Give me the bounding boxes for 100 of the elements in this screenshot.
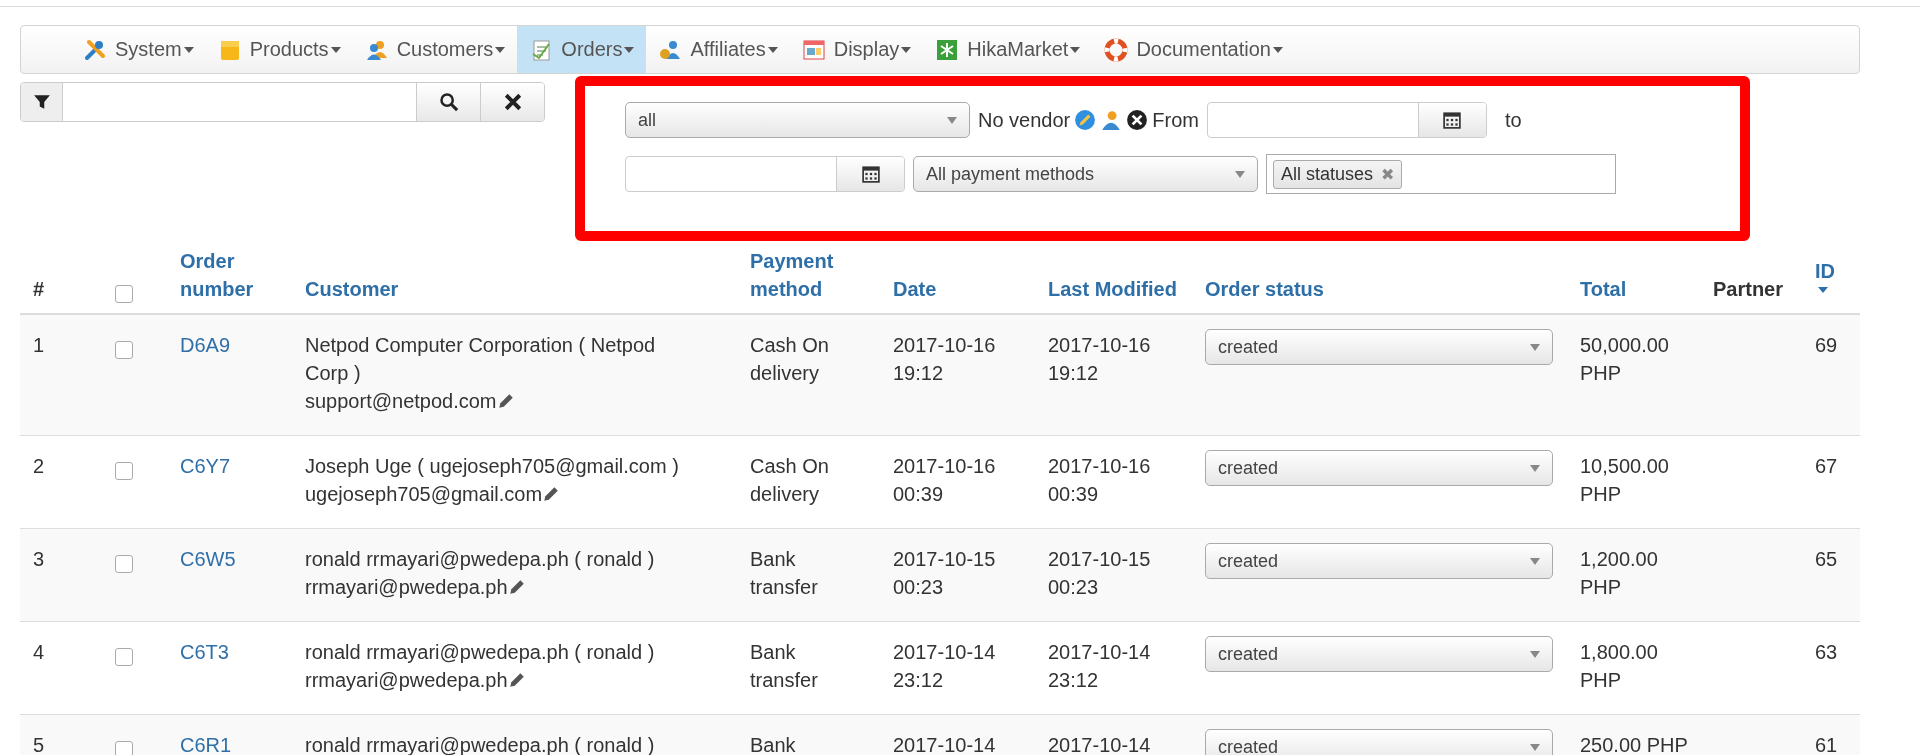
- modified-date: 2017-10-16 00:39: [1048, 455, 1151, 505]
- customer-name: ronald rrmayari@pwedepa.ph ( ronald ): [305, 547, 656, 572]
- order-date: 2017-10-14: [893, 734, 996, 755]
- checkbox[interactable]: [115, 340, 133, 359]
- row-number: 1: [33, 334, 45, 356]
- order-id: 65: [1815, 548, 1838, 570]
- status-select[interactable]: created: [1205, 329, 1553, 365]
- column-header: Partner: [1713, 278, 1784, 300]
- status-select[interactable]: created: [1205, 729, 1553, 755]
- payment-method: Bank: [750, 734, 796, 755]
- payment-method: Cash On delivery: [750, 455, 829, 505]
- pencil-icon[interactable]: [507, 671, 526, 689]
- menu-item[interactable]: Display: [789, 26, 924, 73]
- payment-method: Bank transfer: [750, 641, 818, 691]
- order-id: 67: [1815, 455, 1838, 477]
- status-select[interactable]: created: [1205, 450, 1553, 486]
- menu-item[interactable]: Documentation: [1092, 26, 1295, 73]
- payment-method: Cash On delivery: [750, 334, 829, 384]
- calendar-icon: [1443, 111, 1462, 129]
- tools-icon: [83, 37, 107, 62]
- modified-date: 2017-10-15 00:23: [1048, 548, 1151, 598]
- column-header[interactable]: Order number: [180, 247, 279, 303]
- order-date: 2017-10-14 23:12: [893, 641, 996, 691]
- customer-name: ronald rrmayari@pwedepa.ph ( ronald ): [305, 640, 656, 665]
- order-total: 1,200.00 PHP: [1580, 548, 1658, 598]
- column-header[interactable]: Last Modified: [1048, 275, 1179, 303]
- order-total: 10,500.00 PHP: [1580, 455, 1669, 505]
- order-link[interactable]: C6W5: [180, 548, 236, 570]
- status-select[interactable]: created: [1205, 543, 1553, 579]
- menu-item[interactable]: Affiliates: [646, 26, 790, 73]
- customer-name: Netpod Computer Corporation ( Netpod Corp ): [305, 333, 657, 386]
- to-label: to: [1504, 108, 1522, 132]
- order-id: 69: [1815, 334, 1838, 356]
- order-date: 2017-10-16 19:12: [893, 334, 996, 384]
- pencil-icon[interactable]: [542, 485, 561, 503]
- vendor-select[interactable]: all: [625, 102, 970, 138]
- status-field[interactable]: All statuses ✖: [1266, 154, 1616, 194]
- row-number: 5: [33, 734, 45, 755]
- customer-email: rrmayari@pwedepa.ph: [305, 576, 508, 598]
- remove-icon[interactable]: [1126, 109, 1149, 131]
- checkbox[interactable]: [115, 554, 133, 573]
- menu-item[interactable]: HikaMarket: [923, 26, 1093, 73]
- modified-date: 2017-10-14: [1048, 734, 1151, 755]
- from-date-field[interactable]: [1206, 102, 1487, 138]
- market-icon: [935, 37, 960, 62]
- status-tag: All statuses ✖: [1273, 159, 1403, 189]
- pencil-icon[interactable]: [507, 578, 526, 596]
- order-date: 2017-10-15 00:23: [893, 548, 996, 598]
- order-link[interactable]: C6Y7: [180, 455, 231, 477]
- lifebuoy-icon: [1104, 37, 1129, 62]
- column-header[interactable]: Payment method: [750, 247, 867, 303]
- from-label: From: [1152, 108, 1199, 132]
- clear-button[interactable]: [480, 83, 544, 121]
- column-header[interactable]: Date: [893, 275, 1022, 303]
- column-header: #: [33, 278, 45, 300]
- row-number: 3: [33, 548, 45, 570]
- order-link[interactable]: C6T3: [180, 641, 229, 663]
- status-select[interactable]: created: [1205, 636, 1553, 672]
- order-id: 63: [1815, 641, 1838, 663]
- checkbox[interactable]: [115, 461, 133, 480]
- column-header[interactable]: Total: [1580, 275, 1687, 303]
- customer-name: Joseph Uge ( ugejoseph705@gmail.com ): [305, 454, 680, 479]
- pencil-icon[interactable]: [496, 392, 515, 410]
- checkbox[interactable]: [115, 284, 133, 303]
- payment-select[interactable]: All payment methods: [913, 156, 1258, 192]
- filter-icon: [32, 93, 51, 111]
- column-header[interactable]: Customer: [305, 275, 724, 303]
- to-date-field[interactable]: [625, 156, 905, 192]
- pencil-icon[interactable]: [1074, 109, 1097, 131]
- calendar-button[interactable]: [1417, 103, 1486, 137]
- filter-button[interactable]: [21, 83, 63, 121]
- calendar-icon: [861, 165, 880, 183]
- modified-date: 2017-10-16 19:12: [1048, 334, 1151, 384]
- order-link[interactable]: D6A9: [180, 334, 231, 356]
- checkbox[interactable]: [115, 740, 133, 755]
- order-id: 61: [1815, 734, 1838, 755]
- row-number: 4: [33, 641, 45, 663]
- customer-email: ugejoseph705@gmail.com: [305, 483, 543, 505]
- checkbox[interactable]: [115, 647, 133, 666]
- search-button[interactable]: [416, 83, 480, 121]
- order-total: 50,000.00 PHP: [1580, 334, 1669, 384]
- user-icon[interactable]: [1100, 109, 1123, 131]
- menu-item[interactable]: Products: [205, 26, 353, 73]
- close-icon: [503, 93, 522, 111]
- row-number: 2: [33, 455, 45, 477]
- modified-date: 2017-10-14 23:12: [1048, 641, 1151, 691]
- column-header[interactable]: Order status: [1205, 275, 1554, 303]
- customer-email: support@netpod.com: [305, 390, 497, 412]
- menu-item[interactable]: System: [71, 26, 206, 73]
- order-total: 1,800.00 PHP: [1580, 641, 1658, 691]
- customer-email: rrmayari@pwedepa.ph: [305, 669, 508, 691]
- calendar-button[interactable]: [836, 157, 904, 191]
- payment-method: Bank transfer: [750, 548, 818, 598]
- menu-item[interactable]: Orders: [517, 26, 647, 73]
- vendor-label: No vendor: [978, 108, 1071, 132]
- menu-item[interactable]: Customers: [352, 26, 518, 73]
- order-total: 250.00 PHP: [1580, 734, 1688, 755]
- sort-caret-icon: [1818, 287, 1828, 293]
- column-header[interactable]: ID: [1815, 257, 1847, 285]
- search-icon: [438, 92, 459, 112]
